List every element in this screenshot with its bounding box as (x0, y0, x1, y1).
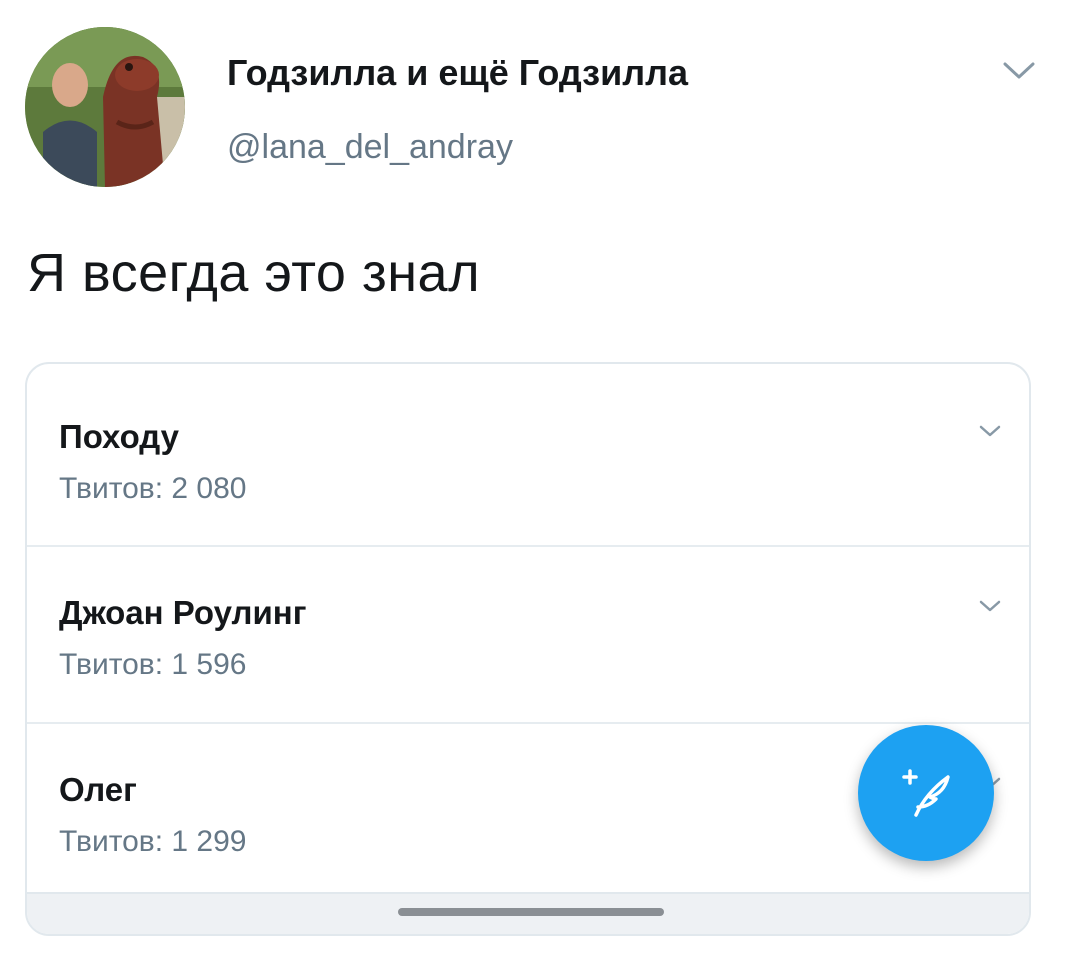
count-label: Твитов: (59, 648, 164, 681)
list-item-name: Походу (59, 418, 180, 455)
count-label: Твитов: (59, 472, 164, 505)
count-value: 1 596 (171, 648, 247, 681)
avatar[interactable] (25, 27, 185, 187)
list-item-count: Твитов: 2 080 (59, 472, 246, 506)
list-item[interactable]: Походу Твитов: 2 080 (27, 364, 1029, 541)
compose-tweet-icon (902, 769, 950, 817)
tweet-text: Я всегда это знал (27, 243, 481, 303)
avatar-image (25, 27, 185, 187)
chevron-down-icon[interactable] (979, 424, 1001, 438)
list-item-name: Джоан Роулинг (59, 594, 307, 631)
user-handle[interactable]: @lana_del_andray (227, 128, 513, 167)
count-label: Твитов: (59, 825, 164, 858)
navigation-bar (27, 892, 1029, 934)
chevron-down-icon[interactable] (979, 599, 1001, 613)
list-item-count: Твитов: 1 596 (59, 648, 246, 682)
count-value: 1 299 (171, 825, 247, 858)
embedded-screenshot: Походу Твитов: 2 080 Джоан Роулинг Твито… (25, 362, 1031, 936)
display-name[interactable]: Годзилла и ещё Годзилла (227, 52, 688, 94)
compose-tweet-button[interactable] (858, 725, 994, 861)
chevron-down-icon[interactable] (1002, 60, 1036, 82)
list-item-name: Олег (59, 771, 137, 808)
list-item-count: Твитов: 1 299 (59, 825, 246, 859)
home-indicator[interactable] (398, 908, 664, 916)
list-item[interactable]: Джоан Роулинг Твитов: 1 596 (27, 545, 1029, 722)
count-value: 2 080 (171, 472, 247, 505)
